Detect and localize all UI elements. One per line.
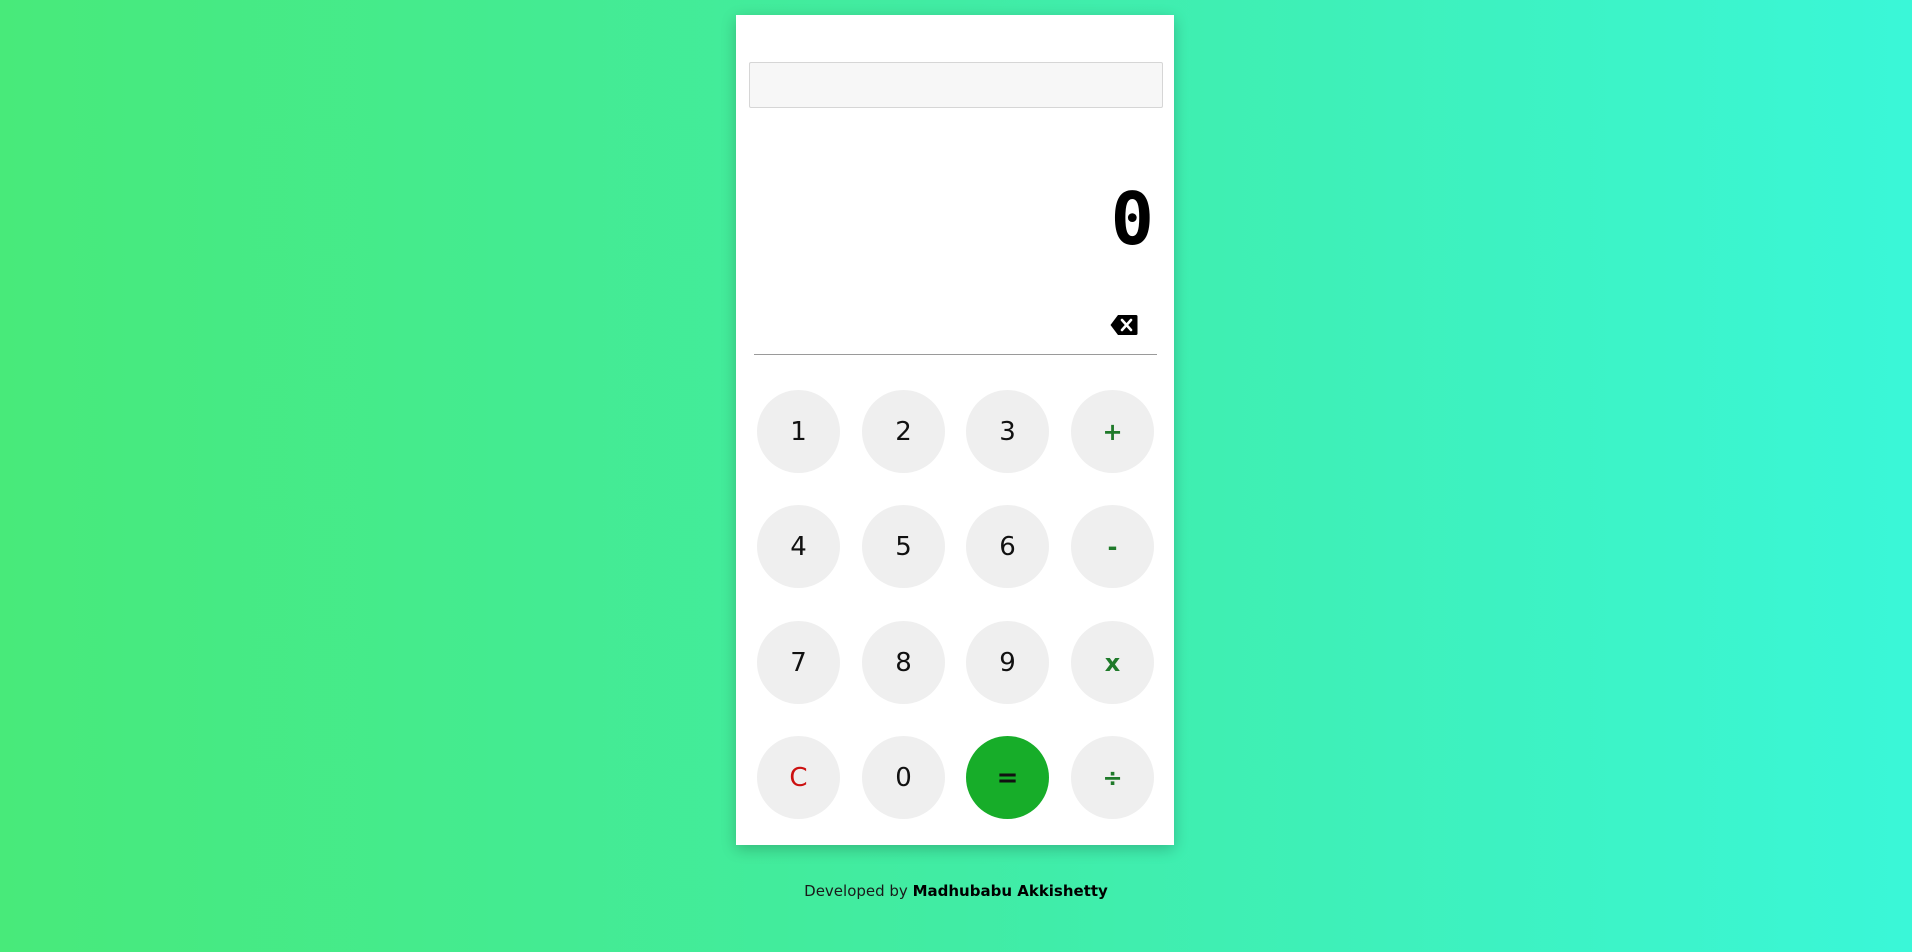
key-3[interactable]: 3: [966, 390, 1049, 473]
calculator: 0 1 2 3 + 4 5 6 - 7 8 9 x C 0 = ÷: [736, 15, 1174, 845]
key-plus[interactable]: +: [1071, 390, 1154, 473]
key-clear[interactable]: C: [757, 736, 840, 819]
keypad: 1 2 3 + 4 5 6 - 7 8 9 x C 0 = ÷: [736, 15, 1174, 845]
key-2[interactable]: 2: [862, 390, 945, 473]
footer-prefix: Developed by: [804, 882, 908, 900]
key-0[interactable]: 0: [862, 736, 945, 819]
key-9[interactable]: 9: [966, 621, 1049, 704]
key-5[interactable]: 5: [862, 505, 945, 588]
key-divide[interactable]: ÷: [1071, 736, 1154, 819]
backspace-icon[interactable]: [1110, 314, 1138, 336]
key-8[interactable]: 8: [862, 621, 945, 704]
footer: Developed by Madhubabu Akkishetty: [0, 882, 1912, 900]
divider: [754, 354, 1157, 355]
key-7[interactable]: 7: [757, 621, 840, 704]
key-equals[interactable]: =: [966, 736, 1049, 819]
key-1[interactable]: 1: [757, 390, 840, 473]
key-multiply[interactable]: x: [1071, 621, 1154, 704]
key-4[interactable]: 4: [757, 505, 840, 588]
key-6[interactable]: 6: [966, 505, 1049, 588]
key-minus[interactable]: -: [1071, 505, 1154, 588]
footer-author: Madhubabu Akkishetty: [912, 882, 1108, 900]
result-display: 0: [1110, 177, 1154, 261]
history-input[interactable]: [749, 62, 1163, 108]
